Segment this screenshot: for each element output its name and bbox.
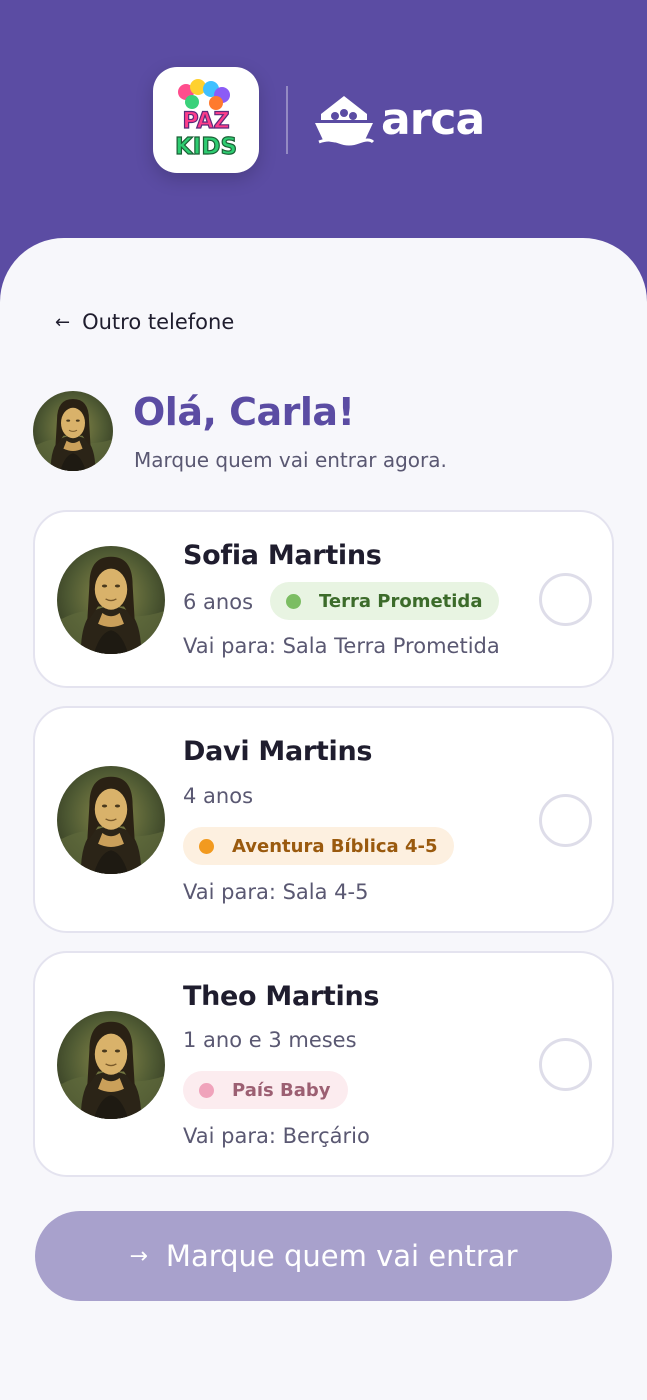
child-name: Sofia Martins [183, 540, 382, 571]
child-age: 6 anos [183, 590, 254, 614]
child-destination: Vai para: Sala 4-5 [183, 880, 369, 904]
child-name: Theo Martins [183, 981, 380, 1012]
arrow-right-icon: → [129, 1243, 148, 1269]
arca-logo: arca [313, 92, 485, 148]
child-avatar [57, 766, 165, 874]
user-avatar [33, 391, 113, 471]
group-dot-icon [199, 1082, 214, 1098]
group-badge: Terra Prometida [270, 582, 500, 620]
group-dot-icon [199, 838, 214, 854]
back-link-label: Outro telefone [82, 310, 235, 334]
arca-wordmark: arca [381, 94, 485, 145]
logo-divider [286, 86, 288, 154]
child-card[interactable]: Sofia Martins 6 anos Terra Prometida Vai… [33, 510, 614, 688]
group-badge-label: Terra Prometida [319, 590, 483, 612]
child-avatar [57, 1011, 165, 1119]
child-card[interactable]: Davi Martins 4 anos Aventura Bíblica 4-5… [33, 706, 614, 933]
svg-text:KIDS: KIDS [175, 134, 237, 160]
paz-kids-logo-graphic: PAZ KIDS [174, 79, 238, 161]
group-badge: País Baby [183, 1071, 348, 1109]
paz-kids-logo: PAZ KIDS [153, 67, 259, 173]
group-badge: Aventura Bíblica 4-5 [183, 827, 455, 865]
child-age: 4 anos [183, 784, 254, 808]
app-header: PAZ KIDS arca [0, 0, 647, 260]
child-destination: Vai para: Sala Terra Prometida [183, 634, 500, 658]
child-name: Davi Martins [183, 736, 373, 767]
group-badge-label: Aventura Bíblica 4-5 [232, 835, 438, 857]
group-badge-label: País Baby [232, 1079, 331, 1101]
child-destination: Vai para: Berçário [183, 1124, 370, 1148]
ark-icon [315, 96, 375, 146]
child-card[interactable]: Theo Martins 1 ano e 3 meses País Baby V… [33, 951, 614, 1177]
svg-text:PAZ: PAZ [182, 109, 229, 134]
greeting-title: Olá, Carla! [133, 390, 355, 434]
greeting-subtitle: Marque quem vai entrar agora. [134, 448, 447, 472]
group-dot-icon [286, 593, 301, 609]
child-age: 1 ano e 3 meses [183, 1028, 357, 1052]
child-avatar [57, 546, 165, 654]
arrow-left-icon: ← [55, 311, 71, 333]
check-in-button[interactable]: → Marque quem vai entrar [35, 1211, 612, 1301]
select-radio[interactable] [539, 794, 592, 847]
select-radio[interactable] [539, 1038, 592, 1091]
select-radio[interactable] [539, 573, 592, 626]
check-in-button-label: Marque quem vai entrar [165, 1239, 518, 1273]
back-link[interactable]: ← Outro telefone [55, 307, 234, 337]
